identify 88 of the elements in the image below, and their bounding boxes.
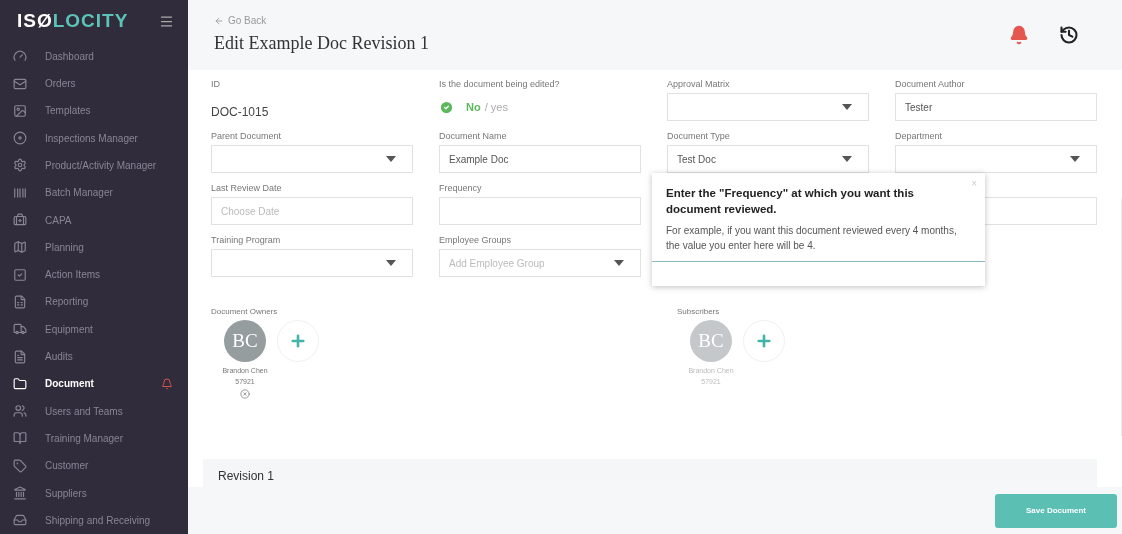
- menu-icon[interactable]: [159, 13, 174, 29]
- caret-icon: [386, 260, 396, 266]
- logo: ISØLOCITY: [17, 9, 129, 34]
- folder-icon: [13, 376, 27, 391]
- popover-title: Enter the "Frequency" at which you want this document reviewed.: [666, 186, 915, 217]
- checkbox-icon: [13, 267, 27, 282]
- plus-icon: [755, 332, 773, 350]
- barcode-icon: [13, 185, 27, 200]
- select-field[interactable]: [895, 145, 1097, 173]
- caret-icon: [386, 156, 396, 162]
- history-icon[interactable]: [1059, 25, 1079, 45]
- add-button[interactable]: [743, 320, 785, 362]
- input-field[interactable]: Tester: [895, 93, 1097, 121]
- field-label: Training Program: [211, 234, 282, 247]
- check-icon: [439, 99, 454, 115]
- plus-icon: [289, 332, 307, 350]
- field-label: Approval Matrix: [667, 78, 731, 91]
- sidebar-item[interactable]: Planning: [0, 233, 188, 262]
- sidebar-item[interactable]: Templates: [0, 97, 188, 125]
- field-value: DOC-1015: [211, 104, 270, 121]
- field-label: Frequency: [439, 182, 483, 195]
- field-label: Last Review Date: [211, 182, 283, 195]
- sidebar-item[interactable]: Inspections Manager: [0, 124, 188, 152]
- sidebar-item[interactable]: Users and Teams: [0, 397, 188, 425]
- field-label: Document Author: [895, 78, 966, 91]
- toggle-option[interactable]: / yes: [484, 99, 508, 116]
- input-field[interactable]: Choose Date: [211, 197, 413, 225]
- sidebar-item[interactable]: Audits: [0, 342, 188, 371]
- select-field[interactable]: [667, 93, 869, 121]
- map-icon: [13, 240, 27, 255]
- sidebar-item[interactable]: Training Manager: [0, 424, 188, 453]
- file-icon: [13, 349, 27, 364]
- field-label: Department: [895, 130, 944, 143]
- sidebar-item[interactable]: Product/Activity Manager: [0, 151, 188, 180]
- caret-icon: [842, 156, 852, 162]
- select-field[interactable]: Add Employee Group: [439, 249, 641, 277]
- remove-icon[interactable]: [240, 389, 250, 399]
- page-title: Edit Example Doc Revision 1: [214, 32, 429, 55]
- bell-icon[interactable]: [1009, 25, 1029, 45]
- field-label: Document Name: [439, 130, 508, 143]
- gauge-icon: [13, 49, 27, 64]
- caret-icon: [842, 104, 852, 110]
- sidebar-item[interactable]: Dashboard: [0, 42, 188, 70]
- sidebar-item[interactable]: Suppliers: [0, 479, 188, 507]
- book-icon: [13, 431, 27, 446]
- input-field[interactable]: Example Doc: [439, 145, 641, 173]
- sidebar-item[interactable]: Shipping and Receiving: [0, 506, 188, 534]
- group-label: Subscribers: [677, 306, 721, 318]
- avatar: BC: [224, 320, 266, 362]
- popover-text: For example, if you want this document reviewed every 4 months, the value you enter here will be 4.: [666, 224, 958, 253]
- gear-icon: [13, 158, 27, 173]
- input-field[interactable]: [439, 197, 641, 225]
- group-label: Document Owners: [211, 306, 279, 318]
- field-label: Document Type: [667, 130, 731, 143]
- sidebar-item[interactable]: Reporting: [0, 288, 188, 316]
- add-button[interactable]: [277, 320, 319, 362]
- field-label: Parent Document: [211, 130, 283, 143]
- select-field[interactable]: [211, 249, 413, 277]
- field-label: Is the document being edited?: [439, 78, 561, 91]
- sidebar-item[interactable]: Action Items: [0, 261, 188, 289]
- avatar: BC: [690, 320, 732, 362]
- spreadsheet-icon: [13, 294, 27, 309]
- sidebar-item[interactable]: Orders: [0, 69, 188, 98]
- save-button[interactable]: Save Document: [995, 493, 1117, 528]
- back-link[interactable]: Go Back: [214, 13, 429, 28]
- bank-icon: [13, 486, 27, 501]
- inbox-icon: [13, 513, 27, 528]
- envelope-icon: [13, 76, 27, 91]
- select-field[interactable]: [211, 145, 413, 173]
- caret-icon: [614, 260, 624, 266]
- target-icon: [13, 131, 27, 146]
- tag-icon: [13, 458, 27, 473]
- sidebar-item[interactable]: CAPA: [0, 206, 188, 234]
- sidebar-item[interactable]: Customer: [0, 452, 188, 480]
- field-label: ID: [211, 78, 221, 91]
- medical-case-icon: [13, 213, 27, 228]
- arrow-icon: [214, 15, 224, 26]
- field-label: Employee Groups: [439, 234, 513, 247]
- toggle-option[interactable]: No: [466, 99, 481, 116]
- select-field[interactable]: Test Doc: [667, 145, 869, 173]
- sidebar-item[interactable]: Equipment: [0, 315, 188, 343]
- sidebar-item[interactable]: Document: [0, 370, 188, 398]
- caret-icon: [1070, 156, 1080, 162]
- sidebar-item[interactable]: Batch Manager: [0, 179, 188, 207]
- people-icon: [13, 404, 27, 419]
- section-title: Revision 1: [218, 468, 275, 485]
- image-icon: [13, 103, 27, 118]
- truck-icon: [13, 322, 27, 337]
